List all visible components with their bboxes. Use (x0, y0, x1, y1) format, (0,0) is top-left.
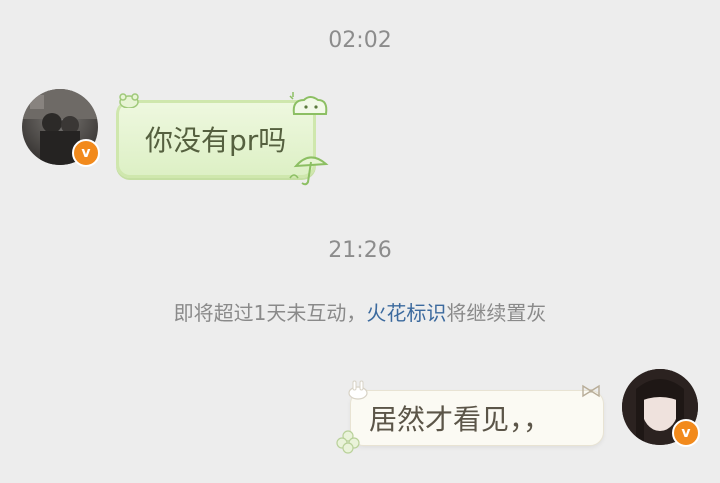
user-avatar[interactable]: v (622, 369, 700, 447)
verified-badge-icon: v (672, 419, 700, 447)
notice-text-suffix: 将继续置灰 (446, 301, 547, 325)
timestamp: 02:02 (328, 28, 392, 53)
interaction-notice: 即将超过1天未互动，火花标识将继续置灰 (0, 297, 720, 326)
clover-sticker-icon (336, 430, 360, 454)
spark-badge-link[interactable]: 火花标识 (366, 301, 446, 325)
timestamp: 21:26 (328, 238, 392, 263)
bow-sticker-icon (582, 384, 600, 398)
outgoing-message-bubble[interactable]: 居然才看见，， (350, 390, 604, 446)
cat-sticker-icon (119, 93, 139, 108)
message-text: 居然才看见，， (369, 403, 552, 436)
verified-badge-icon: v (72, 139, 100, 167)
notice-text: 即将超过1天未互动， (173, 301, 367, 325)
bunny-sticker-icon (348, 380, 368, 400)
sender-avatar[interactable]: v (22, 89, 100, 167)
message-text: 你没有pr吗 (145, 124, 287, 157)
umbrella-sticker-icon (289, 156, 329, 186)
cat-sticker-icon (289, 92, 328, 115)
